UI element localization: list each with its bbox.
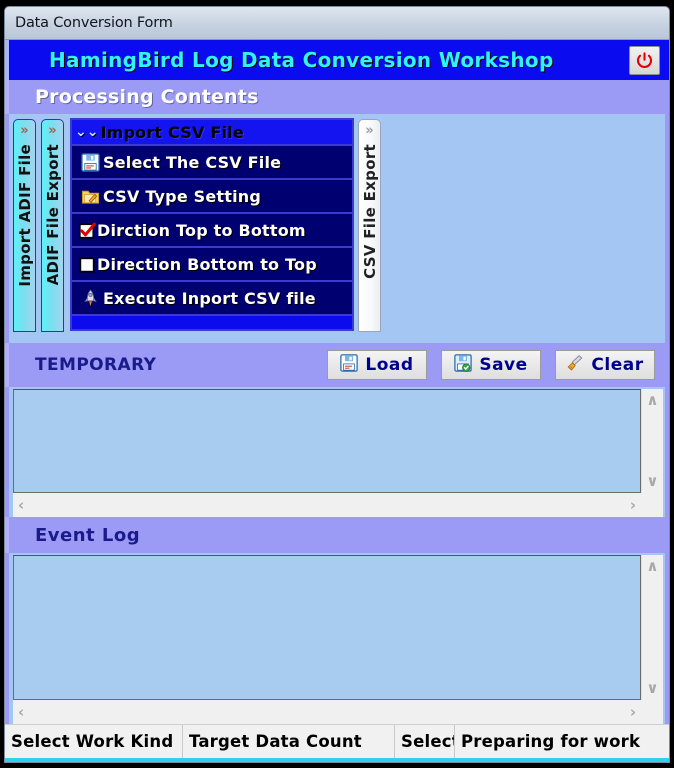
status-panel-select: Select bbox=[395, 725, 455, 758]
app-title: HamingBird Log Data Conversion Workshop bbox=[49, 48, 554, 72]
window-title: Data Conversion Form bbox=[15, 15, 173, 31]
processing-list-empty-area bbox=[72, 314, 352, 329]
folder-edit-icon bbox=[77, 187, 103, 206]
clear-button[interactable]: Clear bbox=[555, 350, 655, 380]
scroll-up-icon[interactable]: ∧ bbox=[646, 393, 658, 408]
processing-contents-header: Processing Contents bbox=[5, 80, 669, 114]
scrollbar-corner bbox=[641, 493, 663, 517]
event-log-vertical-scrollbar[interactable]: ∧ ∨ bbox=[641, 555, 663, 700]
status-panel-text: Select Work Kind bbox=[11, 732, 174, 751]
list-item-select-csv-file[interactable]: Select The CSV File bbox=[72, 144, 352, 178]
list-item-label: CSV Type Setting bbox=[103, 186, 262, 206]
list-item-label: Dirction Top to Bottom bbox=[97, 220, 306, 240]
temporary-horizontal-scrollbar[interactable]: ‹ › bbox=[13, 493, 641, 517]
vertical-tab-label: ADIF File Export bbox=[43, 144, 62, 286]
vertical-tab-csv-file-export[interactable]: » CSV File Export bbox=[358, 119, 381, 332]
status-panel-state: Preparing for work bbox=[455, 725, 669, 758]
scroll-left-icon[interactable]: ‹ bbox=[18, 704, 24, 720]
save-button-label: Save bbox=[479, 355, 528, 375]
list-item-direction-top-to-bottom[interactable]: Dirction Top to Bottom bbox=[72, 212, 352, 246]
list-item-label: Execute Inport CSV file bbox=[103, 288, 316, 308]
vertical-tab-label: CSV File Export bbox=[360, 144, 379, 279]
event-log-title: Event Log bbox=[35, 524, 141, 546]
power-button[interactable] bbox=[629, 45, 660, 75]
vertical-tab-import-adif-file[interactable]: » Import ADIF File bbox=[13, 119, 36, 332]
processing-list: ⌄⌄ Import CSV File Select The CSV File C… bbox=[70, 118, 354, 331]
list-item-execute-import-csv-file[interactable]: Execute Inport CSV file bbox=[72, 280, 352, 314]
chevron-right-icon: » bbox=[20, 122, 29, 139]
temporary-textarea-container: ∧ ∨ ‹ › bbox=[5, 387, 669, 517]
list-item-label: Select The CSV File bbox=[103, 152, 282, 172]
scroll-down-icon[interactable]: ∨ bbox=[646, 474, 658, 489]
status-panel-text: Preparing for work bbox=[461, 732, 641, 751]
app-header: HamingBird Log Data Conversion Workshop bbox=[5, 40, 669, 80]
temporary-header: TEMPORARY Load Save Clear bbox=[5, 343, 669, 387]
chevron-down-icon: ⌄⌄ bbox=[75, 124, 99, 140]
rocket-icon bbox=[77, 289, 103, 308]
event-log-textarea-row: ∧ ∨ bbox=[13, 555, 663, 700]
scroll-left-icon[interactable]: ‹ bbox=[18, 497, 24, 513]
vertical-tab-adif-file-export[interactable]: » ADIF File Export bbox=[41, 119, 64, 332]
floppy-load-icon bbox=[340, 354, 359, 376]
temporary-vertical-scrollbar[interactable]: ∧ ∨ bbox=[641, 389, 663, 493]
vertical-tab-label: Import ADIF File bbox=[15, 144, 34, 287]
event-log-hscroll-row: ‹ › bbox=[13, 700, 663, 724]
temporary-hscroll-row: ‹ › bbox=[13, 493, 663, 517]
application-window: Data Conversion Form HamingBird Log Data… bbox=[4, 6, 670, 763]
power-icon bbox=[635, 51, 654, 70]
checkbox-unchecked-icon bbox=[77, 255, 97, 274]
floppy-save-icon bbox=[454, 354, 473, 376]
event-log-header: Event Log bbox=[5, 517, 669, 553]
list-item-csv-type-setting[interactable]: CSV Type Setting bbox=[72, 178, 352, 212]
clear-button-label: Clear bbox=[591, 355, 644, 375]
status-panel-text: Select bbox=[401, 732, 455, 751]
scroll-right-icon[interactable]: › bbox=[630, 704, 636, 720]
chevron-right-icon: » bbox=[48, 122, 57, 139]
scroll-down-icon[interactable]: ∨ bbox=[646, 681, 658, 696]
scrollbar-corner bbox=[641, 700, 663, 724]
list-item-direction-bottom-to-top[interactable]: Direction Bottom to Top bbox=[72, 246, 352, 280]
checkbox-checked-icon bbox=[77, 221, 97, 240]
status-panel-data-count: Target Data Count bbox=[183, 725, 395, 758]
temporary-textarea-row: ∧ ∨ bbox=[13, 389, 663, 493]
processing-contents-title: Processing Contents bbox=[35, 86, 259, 108]
scroll-up-icon[interactable]: ∧ bbox=[646, 559, 658, 574]
processing-contents-body: » Import ADIF File » ADIF File Export ⌄⌄… bbox=[5, 114, 669, 343]
status-panel-work-kind: Select Work Kind bbox=[5, 725, 183, 758]
scroll-right-icon[interactable]: › bbox=[630, 497, 636, 513]
broom-icon bbox=[566, 354, 584, 376]
load-button[interactable]: Load bbox=[327, 350, 427, 380]
event-log-textarea-container: ∧ ∨ ‹ › bbox=[5, 553, 669, 724]
temporary-textarea[interactable] bbox=[13, 389, 641, 493]
window-titlebar: Data Conversion Form bbox=[5, 7, 669, 40]
event-log-textarea[interactable] bbox=[13, 555, 641, 700]
save-button[interactable]: Save bbox=[441, 350, 541, 380]
load-button-label: Load bbox=[365, 355, 414, 375]
event-log-horizontal-scrollbar[interactable]: ‹ › bbox=[13, 700, 641, 724]
status-bar: Select Work Kind Target Data Count Selec… bbox=[5, 724, 669, 758]
floppy-disk-icon bbox=[77, 152, 103, 172]
status-panel-text: Target Data Count bbox=[189, 732, 362, 751]
processing-list-header-label: Import CSV File bbox=[100, 122, 244, 142]
chevron-right-icon: » bbox=[365, 122, 374, 139]
temporary-title: TEMPORARY bbox=[35, 355, 157, 375]
processing-list-header[interactable]: ⌄⌄ Import CSV File bbox=[72, 120, 352, 144]
list-item-label: Direction Bottom to Top bbox=[97, 254, 317, 274]
